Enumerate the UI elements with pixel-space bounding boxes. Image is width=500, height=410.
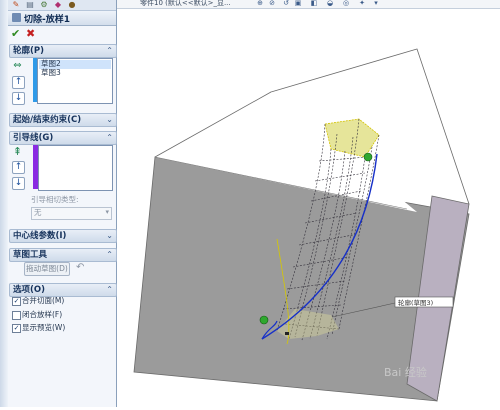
watermark: Bai 经验 — [384, 366, 427, 379]
collapse-icon: ⌃ — [106, 46, 113, 55]
profiles-group-header[interactable]: 轮廓(P) ⌃ — [9, 44, 117, 58]
move-down-button[interactable]: ↓ — [12, 92, 25, 105]
collapse-icon: ⌃ — [106, 133, 113, 142]
scene-icon[interactable]: ▾ — [372, 0, 380, 7]
previous-view-icon[interactable]: ↺ — [282, 0, 290, 7]
option-label: 闭合放样(F) — [22, 310, 63, 319]
centerline-heading: 中心线参数(I) — [13, 231, 67, 241]
profiles-list[interactable]: 草图2 草图3 — [37, 58, 113, 104]
profiles-heading: 轮廓(P) — [13, 46, 44, 56]
display-style-icon[interactable]: ◒ — [326, 0, 334, 7]
section-view-icon[interactable]: ▣ — [294, 0, 302, 7]
centerline-group-header[interactable]: 中心线参数(I) ⌄ — [9, 229, 117, 243]
top-handle — [363, 152, 373, 162]
options-group-header[interactable]: 选项(O) ⌃ — [9, 283, 117, 297]
drag-sketch-button[interactable]: 拖动草图(D) — [24, 262, 70, 276]
guides-heading: 引导线(G) — [13, 133, 54, 143]
manager-tab-bar: ✎ ▤ ⚙ ◆ ● — [8, 0, 116, 11]
sketch-tools-group-header[interactable]: 草图工具 ⌃ — [9, 248, 117, 262]
tangency-type-value: 无 — [34, 208, 42, 217]
expand-icon: ⌄ — [106, 115, 113, 124]
zoom-fit-icon[interactable]: ⊕ — [256, 0, 264, 7]
property-tab-icon[interactable]: ▤ — [24, 0, 36, 10]
ok-button[interactable]: ✔ — [11, 27, 20, 40]
option-label: 显示预览(W) — [22, 323, 66, 332]
guides-list[interactable] — [38, 145, 113, 191]
bottom-handle — [259, 315, 269, 325]
expand-icon: ⌄ — [106, 231, 113, 240]
appearance-tab-icon[interactable]: ● — [66, 0, 78, 10]
feature-title: 切除-放样1 — [24, 15, 70, 25]
feature-tree-tab-icon[interactable]: ✎ — [10, 0, 22, 10]
feature-title-bar: 切除-放样1 — [8, 11, 116, 26]
collapse-icon: ⌃ — [106, 285, 113, 294]
collapse-icon: ⌃ — [106, 250, 113, 259]
display-tab-icon[interactable]: ◆ — [52, 0, 64, 10]
config-tab-icon[interactable]: ⚙ — [38, 0, 50, 10]
cancel-button[interactable]: ✖ — [26, 27, 35, 40]
callout-label: 轮廓(草图3) — [398, 298, 433, 307]
graphics-viewport[interactable]: 轮廓(草图3) — [117, 9, 500, 407]
guide-move-down-button[interactable]: ↓ — [12, 177, 25, 190]
checkbox-checked[interactable]: ✓ — [12, 324, 21, 333]
hide-show-icon[interactable]: ◎ — [342, 0, 350, 7]
tangency-type-label: 引导相切类型: — [31, 195, 79, 204]
chevron-down-icon: ▾ — [105, 208, 109, 216]
move-up-button[interactable]: ↑ — [12, 76, 25, 89]
checkbox-checked[interactable]: ✓ — [12, 297, 21, 306]
profile-selection-icon: ⇔ — [13, 60, 22, 71]
sketch-tools-heading: 草图工具 — [13, 250, 48, 260]
options-heading: 选项(O) — [13, 285, 45, 295]
model-canvas[interactable]: 轮廓(草图3) — [117, 9, 500, 407]
undo-icon[interactable]: ↶ — [76, 262, 84, 273]
view-orientation-icon[interactable]: ◧ — [310, 0, 318, 7]
guides-group-header[interactable]: 引导线(G) ⌃ — [9, 131, 117, 145]
guide-move-up-button[interactable]: ↑ — [12, 161, 25, 174]
loft-cut-icon — [12, 13, 21, 22]
document-title: 零件10 (默认<<默认>_显... — [140, 0, 231, 7]
checkbox-unchecked[interactable] — [12, 311, 21, 320]
ok-cancel-row: ✔ ✖ — [8, 26, 116, 40]
zoom-area-icon[interactable]: ⊘ — [268, 0, 276, 7]
guide-curve-icon: ⇞ — [12, 145, 23, 158]
constraints-heading: 起始/结束约束(C) — [13, 115, 82, 125]
tangency-type-select[interactable]: 无 ▾ — [31, 207, 112, 220]
list-item[interactable]: 草图3 — [41, 68, 61, 78]
option-label: 合并切面(M) — [22, 296, 65, 305]
constraints-group-header[interactable]: 起始/结束约束(C) ⌄ — [9, 113, 117, 127]
edit-appearance-icon[interactable]: ✦ — [358, 0, 366, 7]
